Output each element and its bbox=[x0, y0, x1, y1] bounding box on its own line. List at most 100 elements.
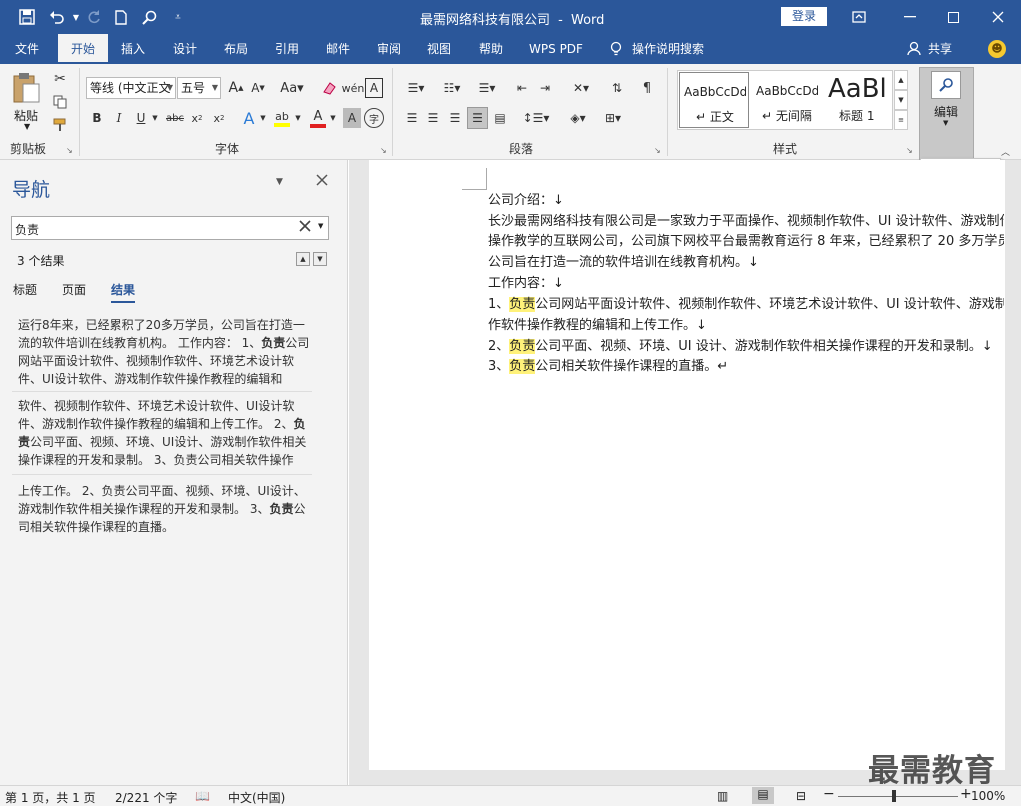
numbering-icon[interactable]: ☷▾ bbox=[436, 77, 468, 99]
new-document-icon[interactable] bbox=[110, 0, 132, 34]
grow-font-icon[interactable]: A ▲ bbox=[226, 77, 246, 99]
subscript-icon[interactable]: x2 bbox=[188, 108, 206, 128]
tell-me-search[interactable]: 操作说明搜索 bbox=[632, 34, 716, 64]
shading-icon[interactable]: ◈▾ bbox=[562, 108, 594, 128]
search-result-item[interactable]: 软件、视频制作软件、环境艺术设计软件、UI设计软件、游戏制作软件操作教程的编辑和… bbox=[18, 397, 310, 469]
styles-launcher-icon[interactable]: ↘ bbox=[906, 146, 913, 155]
zoom-slider-thumb[interactable] bbox=[892, 790, 896, 802]
nav-search-input[interactable]: 负责 ▼ bbox=[11, 216, 329, 240]
highlight-dropdown-icon[interactable]: ▼ bbox=[293, 108, 303, 128]
nav-close-icon[interactable] bbox=[316, 174, 328, 189]
clipboard-launcher-icon[interactable]: ↘ bbox=[66, 146, 73, 155]
zoom-out-icon[interactable]: − bbox=[823, 786, 835, 802]
nav-tab-headings[interactable]: 标题 bbox=[13, 281, 37, 298]
align-right-icon[interactable]: ☰ bbox=[446, 108, 464, 128]
font-color-icon[interactable]: A bbox=[308, 106, 328, 130]
search-result-item[interactable]: 运行8年来，已经累积了20多万学员，公司旨在打造一流的软件培训在线教育机构。 工… bbox=[18, 316, 310, 386]
tab-layout[interactable]: 布局 bbox=[216, 34, 256, 64]
clear-search-icon[interactable] bbox=[299, 220, 311, 235]
tab-mailings[interactable]: 邮件 bbox=[318, 34, 358, 64]
language-indicator[interactable]: 中文(中国) bbox=[228, 789, 285, 806]
customize-qat-icon[interactable]: ⩡ bbox=[170, 0, 186, 34]
tab-design[interactable]: 设计 bbox=[165, 34, 205, 64]
text-effects-icon[interactable]: A bbox=[238, 106, 260, 130]
nav-options-icon[interactable]: ▼ bbox=[276, 177, 283, 187]
save-icon[interactable] bbox=[14, 0, 40, 34]
login-button[interactable]: 登录 bbox=[781, 7, 827, 26]
style-no-spacing[interactable]: AaBbCcDd ↵ 无间隔 bbox=[752, 72, 822, 128]
styles-scroll-down-icon[interactable]: ▼ bbox=[894, 90, 908, 110]
strikethrough-icon[interactable]: abc bbox=[164, 108, 186, 128]
increase-indent-icon[interactable]: ⇥ bbox=[535, 77, 555, 99]
read-mode-icon[interactable]: ▥ bbox=[717, 789, 728, 803]
nav-tab-pages[interactable]: 页面 bbox=[62, 281, 86, 298]
close-window-icon[interactable] bbox=[983, 0, 1013, 34]
paragraph-launcher-icon[interactable]: ↘ bbox=[654, 146, 661, 155]
decrease-indent-icon[interactable]: ⇤ bbox=[512, 77, 532, 99]
previous-result-icon[interactable]: ▲ bbox=[296, 252, 310, 266]
enclose-characters-icon[interactable]: 字 bbox=[364, 108, 384, 128]
styles-scroll-up-icon[interactable]: ▲ bbox=[894, 70, 908, 90]
nav-tab-results[interactable]: 结果 bbox=[111, 281, 136, 303]
borders-icon[interactable]: ⊞▾ bbox=[598, 108, 628, 128]
clear-formatting-icon[interactable] bbox=[318, 77, 340, 99]
find-icon[interactable] bbox=[138, 0, 160, 34]
underline-dropdown-icon[interactable]: ▼ bbox=[150, 108, 160, 128]
minimize-icon[interactable] bbox=[895, 0, 925, 34]
tab-home[interactable]: 开始 bbox=[58, 34, 108, 64]
web-layout-icon[interactable]: ⊟ bbox=[796, 789, 806, 803]
paste-dropdown-icon[interactable]: ▼ bbox=[24, 122, 30, 131]
style-normal[interactable]: AaBbCcDd ↵ 正文 bbox=[679, 72, 749, 128]
search-options-icon[interactable]: ▼ bbox=[318, 222, 323, 230]
maximize-icon[interactable] bbox=[938, 0, 968, 34]
sort-icon[interactable]: ⇅ bbox=[606, 77, 628, 99]
tab-references[interactable]: 引用 bbox=[267, 34, 307, 64]
style-heading-1[interactable]: AaBl 标题 1 bbox=[825, 72, 889, 128]
document-body[interactable]: 公司介绍：↓ 长沙最需网络科技有限公司是一家致力于平面操作、视频制作软件、UI … bbox=[488, 190, 1004, 390]
copy-icon[interactable] bbox=[50, 93, 70, 111]
zoom-in-icon[interactable]: + bbox=[960, 786, 972, 802]
chinese-layout-icon[interactable]: ✕▾ bbox=[566, 77, 596, 99]
shrink-font-icon[interactable]: A ▼ bbox=[248, 77, 268, 99]
align-left-icon[interactable]: ☰ bbox=[403, 108, 421, 128]
tab-help[interactable]: 帮助 bbox=[471, 34, 511, 64]
distributed-icon[interactable]: ▤ bbox=[490, 108, 510, 128]
tab-view[interactable]: 视图 bbox=[419, 34, 459, 64]
undo-icon[interactable] bbox=[44, 0, 70, 34]
change-case-icon[interactable]: Aa▾ bbox=[277, 77, 307, 99]
line-spacing-icon[interactable]: ↕☰▾ bbox=[520, 108, 552, 128]
format-painter-icon[interactable] bbox=[50, 116, 70, 134]
proofing-icon[interactable]: 📖 bbox=[195, 789, 210, 803]
font-color-dropdown-icon[interactable]: ▼ bbox=[328, 108, 338, 128]
undo-dropdown-icon[interactable]: ▼ bbox=[70, 0, 82, 34]
font-size-combo[interactable]: 五号 ▼ bbox=[177, 77, 221, 99]
tab-insert[interactable]: 插入 bbox=[113, 34, 153, 64]
tab-file[interactable]: 文件 bbox=[6, 34, 48, 64]
zoom-slider[interactable] bbox=[838, 796, 958, 797]
collapse-ribbon-icon[interactable]: ︿ bbox=[1001, 145, 1010, 158]
next-result-icon[interactable]: ▼ bbox=[313, 252, 327, 266]
tab-wps-pdf[interactable]: WPS PDF bbox=[523, 34, 589, 64]
tab-review[interactable]: 审阅 bbox=[369, 34, 409, 64]
multilevel-list-icon[interactable]: ☰▾ bbox=[471, 77, 503, 99]
phonetic-guide-icon[interactable]: wén bbox=[342, 76, 365, 100]
superscript-icon[interactable]: x2 bbox=[210, 108, 228, 128]
align-center-icon[interactable]: ☰ bbox=[424, 108, 442, 128]
font-launcher-icon[interactable]: ↘ bbox=[380, 146, 387, 155]
font-name-combo[interactable]: 等线 (中文正文 ▼ bbox=[86, 77, 176, 99]
show-formatting-marks-icon[interactable]: ¶ bbox=[636, 77, 658, 99]
bold-icon[interactable]: B bbox=[88, 108, 106, 128]
justify-icon[interactable]: ☰ bbox=[467, 107, 488, 129]
feedback-smiley-icon[interactable]: ☻ bbox=[988, 40, 1006, 58]
cut-icon[interactable]: ✂ bbox=[50, 70, 70, 88]
zoom-level[interactable]: 100% bbox=[971, 789, 1005, 803]
word-count[interactable]: 2/221 个字 bbox=[115, 789, 177, 806]
print-layout-icon[interactable]: ▤ bbox=[752, 787, 774, 804]
search-result-item[interactable]: 上传工作。 2、负责公司平面、视频、环境、UI设计、游戏制作软件相关操作课程的开… bbox=[18, 482, 310, 538]
share-button[interactable]: 共享 bbox=[924, 34, 956, 64]
character-border-icon[interactable]: A bbox=[365, 78, 383, 98]
text-effects-dropdown-icon[interactable]: ▼ bbox=[258, 108, 268, 128]
styles-more-icon[interactable]: ≡ bbox=[894, 110, 908, 130]
bullets-icon[interactable]: ☰▾ bbox=[400, 77, 432, 99]
ribbon-display-options-icon[interactable] bbox=[846, 0, 872, 34]
